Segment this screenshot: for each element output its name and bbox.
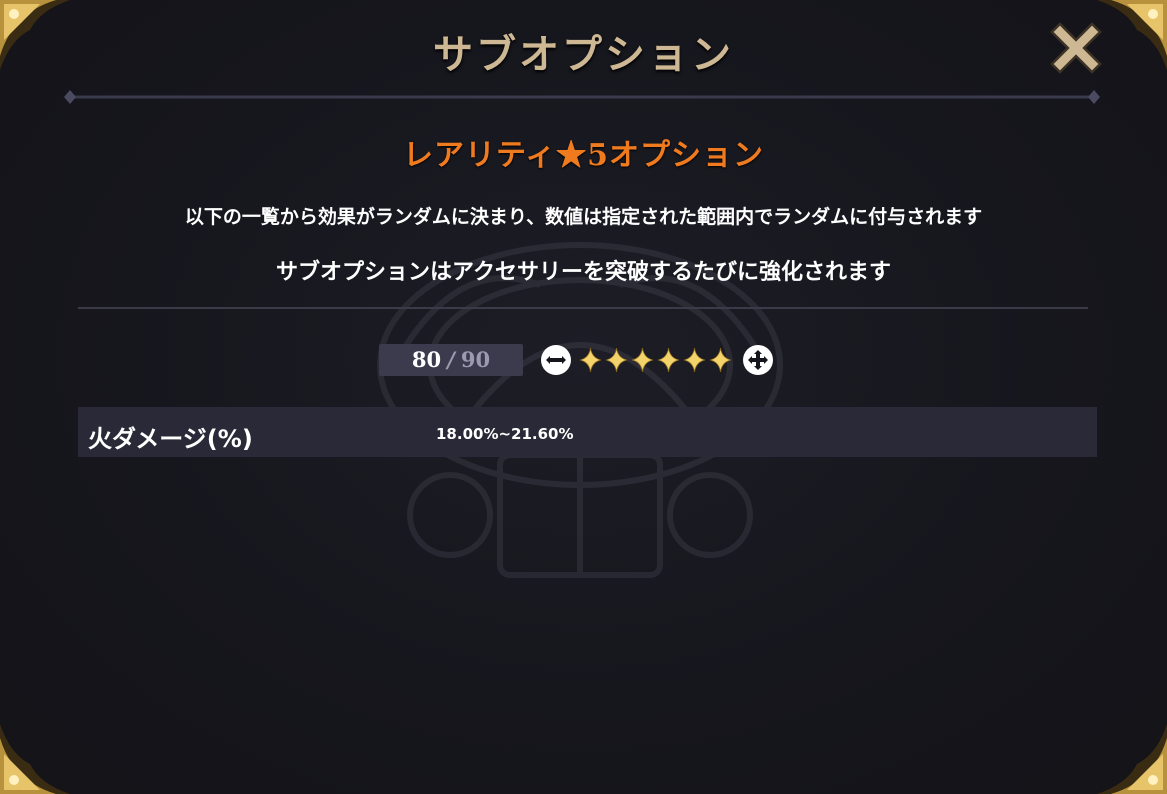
dialog-title: サブオプション (433, 31, 734, 78)
star-icon (631, 347, 654, 373)
corner-ornament-icon (0, 724, 70, 794)
star-icon (605, 347, 628, 373)
description-line-1: 以下の一覧から効果がランダムに決まり、数値は指定された範囲内でランダムに付与され… (184, 206, 983, 228)
option-name: 火ダメージ(%) (88, 425, 253, 453)
level-display: 80/90 (379, 344, 523, 376)
decrease-level-button[interactable] (540, 344, 572, 376)
star-icon (709, 347, 732, 373)
option-range: 18.00%~21.60% (436, 425, 574, 443)
title-divider (64, 90, 1100, 104)
section-divider (78, 307, 1088, 309)
sub-option-dialog: サブオプション レアリティ★5オプション 以下の一覧から効果がランダムに決まり、… (0, 0, 1167, 794)
level-current: 80 (411, 347, 442, 372)
corner-ornament-icon (1097, 724, 1167, 794)
star-rating (578, 346, 738, 374)
level-max: 90 (460, 347, 491, 372)
close-icon[interactable] (1050, 22, 1102, 74)
level-separator: / (447, 347, 455, 372)
star-icon (657, 347, 680, 373)
star-icon (683, 347, 706, 373)
star-icon (579, 347, 602, 373)
option-row: 火ダメージ(%) 18.00%~21.60% (78, 407, 1097, 457)
increase-level-button[interactable] (742, 344, 774, 376)
rarity-heading: レアリティ★5オプション (402, 138, 765, 173)
description-line-2: サブオプションはアクセサリーを突破するたびに強化されます (276, 260, 891, 285)
